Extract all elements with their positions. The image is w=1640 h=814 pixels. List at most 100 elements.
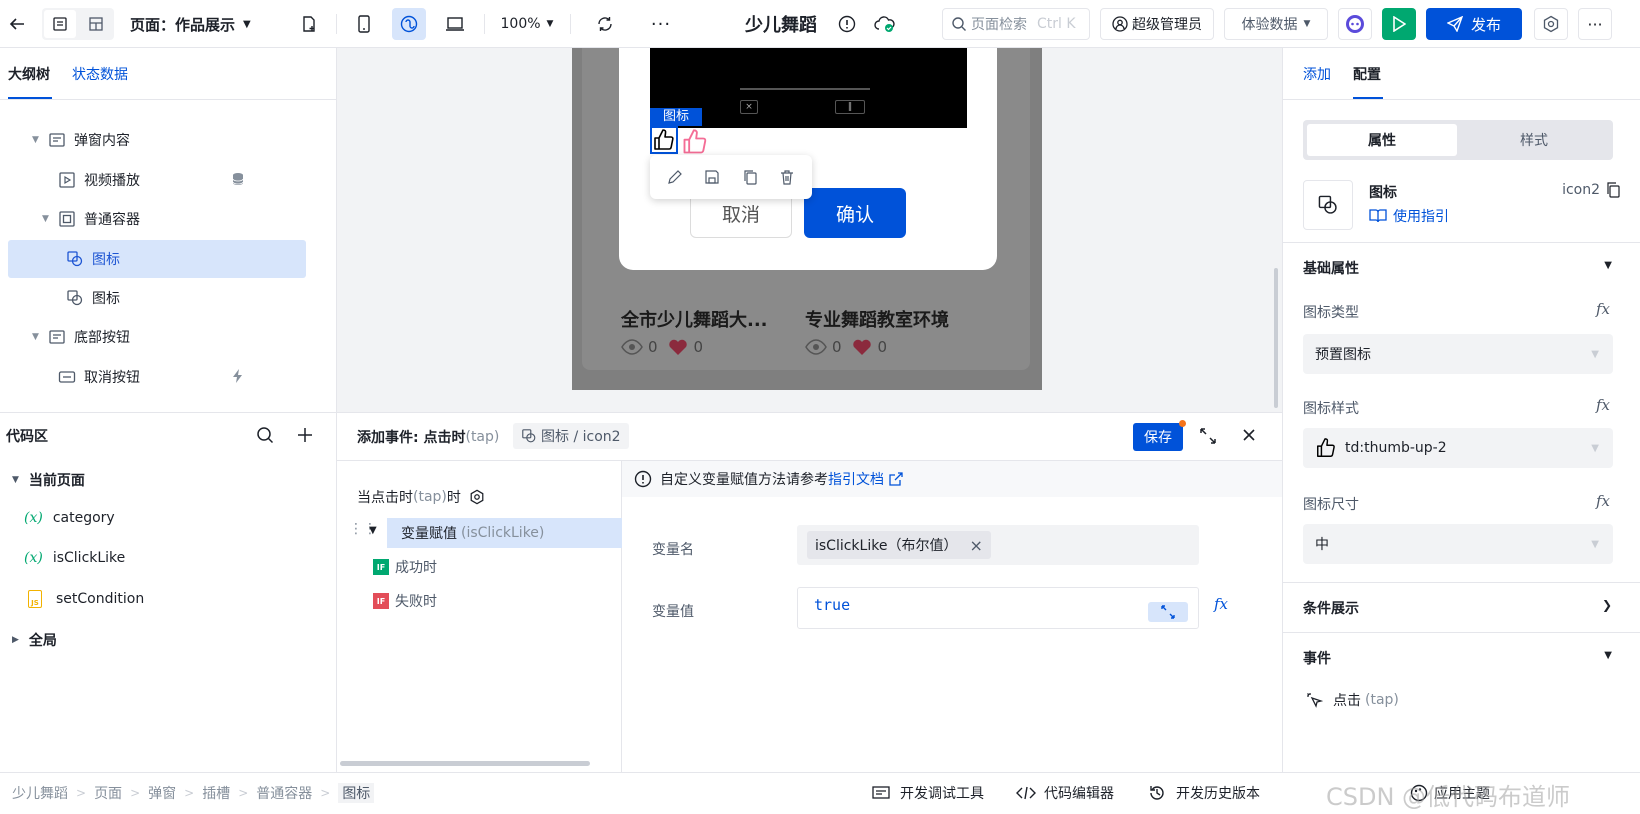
icon-type-select[interactable]: 预置图标 ▼ bbox=[1303, 334, 1613, 374]
back-arrow-icon[interactable] bbox=[4, 8, 30, 40]
code-group-current[interactable]: ▼ 当前页面 bbox=[12, 470, 85, 490]
breadcrumb-item[interactable]: 弹窗 bbox=[148, 783, 176, 803]
tree-item-icon-selected[interactable]: 图标 bbox=[8, 240, 306, 278]
ai-assistant-icon[interactable] bbox=[1338, 8, 1372, 40]
tab-outline-tree[interactable]: 大纲树 bbox=[8, 64, 50, 84]
data-mode-select[interactable]: 体验数据 ▼ bbox=[1224, 8, 1328, 40]
confirm-button[interactable]: 确认 bbox=[804, 188, 906, 238]
thumb-up-pink-icon[interactable] bbox=[681, 128, 709, 156]
mobile-view-icon[interactable] bbox=[348, 8, 380, 40]
more-menu-icon[interactable]: ··· bbox=[1578, 8, 1612, 40]
subtab-properties[interactable]: 属性 bbox=[1307, 124, 1457, 156]
branch-fail[interactable]: IF 失败时 bbox=[373, 591, 437, 611]
breadcrumb-item[interactable]: 图标 bbox=[338, 783, 375, 803]
subtab-style[interactable]: 样式 bbox=[1459, 124, 1609, 156]
page-selector[interactable]: 页面：作品展示 ▼ bbox=[130, 8, 270, 40]
condition-display-title[interactable]: 条件展示 bbox=[1303, 598, 1359, 618]
tree-item-video[interactable]: 视频播放 bbox=[8, 161, 306, 199]
video-progress[interactable] bbox=[740, 88, 870, 90]
tab-state-data[interactable]: 状态数据 bbox=[72, 64, 128, 84]
usage-guide-link[interactable]: 使用指引 bbox=[1369, 206, 1449, 226]
events-title[interactable]: 事件 bbox=[1303, 648, 1331, 668]
settings-icon[interactable] bbox=[469, 489, 485, 505]
refresh-icon[interactable] bbox=[590, 8, 620, 40]
caret-down-icon[interactable]: ▼ bbox=[32, 332, 42, 342]
tab-config[interactable]: 配置 bbox=[1353, 64, 1381, 84]
pause-icon[interactable]: ‖ bbox=[835, 100, 865, 114]
external-link-icon[interactable] bbox=[888, 471, 904, 487]
apply-theme-button[interactable]: 应用主题 bbox=[1410, 783, 1490, 803]
zoom-selector[interactable]: 100% ▼ bbox=[496, 8, 558, 40]
caret-down-icon[interactable]: ▼ bbox=[32, 135, 42, 145]
page-list-icon[interactable] bbox=[44, 10, 76, 38]
guide-doc-link[interactable]: 指引文档 bbox=[828, 469, 884, 489]
fx-icon[interactable]: fx bbox=[1214, 595, 1228, 613]
chevron-down-icon[interactable]: ▼ bbox=[1604, 650, 1612, 661]
copy-icon[interactable] bbox=[742, 169, 758, 185]
layout-icon[interactable] bbox=[80, 10, 112, 38]
tab-add[interactable]: 添加 bbox=[1303, 64, 1331, 84]
delete-icon[interactable] bbox=[779, 169, 795, 185]
tag-close-icon[interactable]: × bbox=[969, 536, 982, 555]
code-item-isclicklike[interactable]: (x) isClickLike bbox=[24, 550, 125, 566]
preview-play-button[interactable] bbox=[1382, 8, 1416, 40]
fx-icon[interactable]: fx bbox=[1596, 492, 1610, 510]
desktop-view-icon[interactable] bbox=[438, 8, 472, 40]
caret-down-icon[interactable]: ▼ bbox=[369, 525, 377, 536]
save-button[interactable]: 保存 bbox=[1133, 420, 1186, 451]
info-icon[interactable] bbox=[834, 8, 860, 40]
icon-size-select[interactable]: 中 ▼ bbox=[1303, 524, 1613, 564]
page-selector-label: 页面：作品展示 bbox=[130, 15, 236, 34]
expand-editor-icon[interactable] bbox=[1148, 602, 1188, 622]
more-icon[interactable]: ··· bbox=[646, 8, 676, 40]
expand-icon[interactable] bbox=[1199, 427, 1217, 445]
user-role-button[interactable]: 超级管理员 bbox=[1100, 8, 1214, 40]
breadcrumb-item[interactable]: 普通容器 bbox=[256, 783, 312, 803]
publish-button[interactable]: 发布 bbox=[1426, 8, 1522, 40]
icon-style-select[interactable]: td:thumb-up-2 ▼ bbox=[1303, 428, 1613, 468]
add-icon[interactable] bbox=[296, 426, 314, 444]
breadcrumb-item[interactable]: 少儿舞蹈 bbox=[12, 783, 68, 803]
thumb-up-icon[interactable] bbox=[650, 126, 678, 154]
var-name-select[interactable]: isClickLike（布尔值） × bbox=[797, 525, 1199, 565]
close-icon[interactable]: × bbox=[740, 100, 758, 114]
code-item-setcondition[interactable]: JS setCondition bbox=[28, 590, 144, 608]
save-template-icon[interactable] bbox=[704, 169, 720, 185]
tree-item-bottom-buttons[interactable]: ▼ 底部按钮 bbox=[8, 318, 306, 356]
caret-down-icon[interactable]: ▼ bbox=[42, 214, 52, 224]
cloud-sync-icon[interactable] bbox=[870, 8, 900, 40]
tree-item-cancel-button[interactable]: 取消按钮 bbox=[8, 358, 306, 396]
search-icon[interactable] bbox=[256, 426, 274, 444]
edit-icon[interactable] bbox=[667, 169, 683, 185]
horizontal-scrollbar[interactable] bbox=[340, 761, 590, 766]
miniprogram-view-icon[interactable] bbox=[392, 8, 426, 40]
action-variable-assign[interactable]: 变量赋值 (isClickLike) bbox=[387, 518, 622, 548]
branch-success[interactable]: IF 成功时 bbox=[373, 557, 437, 577]
fx-icon[interactable]: fx bbox=[1596, 300, 1610, 318]
copy-icon[interactable] bbox=[1606, 182, 1620, 198]
code-item-category[interactable]: (x) category bbox=[24, 510, 115, 526]
tree-item-popup-content[interactable]: ▼ 弹窗内容 bbox=[8, 121, 306, 159]
breadcrumb-item[interactable]: 页面 bbox=[94, 783, 122, 803]
add-page-icon[interactable] bbox=[294, 8, 324, 40]
breadcrumb-item[interactable]: 插槽 bbox=[202, 783, 230, 803]
tree-item-icon[interactable]: 图标 bbox=[8, 279, 306, 317]
history-button[interactable]: 开发历史版本 bbox=[1148, 783, 1260, 803]
page-search-input[interactable]: 页面检索 Ctrl K bbox=[942, 8, 1090, 40]
canvas-scrollbar[interactable] bbox=[1274, 268, 1278, 408]
code-group-global[interactable]: ▶ 全局 bbox=[12, 630, 57, 650]
settings-icon[interactable] bbox=[1534, 8, 1568, 40]
chevron-down-icon[interactable]: ▼ bbox=[1604, 260, 1612, 271]
debug-tool-button[interactable]: 开发调试工具 bbox=[872, 783, 984, 803]
info-banner: 自定义变量赋值方法请参考 指引文档 bbox=[622, 461, 1282, 497]
var-value-input[interactable]: true bbox=[797, 587, 1199, 629]
fx-icon[interactable]: fx bbox=[1596, 396, 1610, 414]
code-editor-button[interactable]: 代码编辑器 bbox=[1016, 783, 1114, 803]
tree-item-common-container[interactable]: ▼ 普通容器 bbox=[8, 200, 306, 238]
chevron-right-icon[interactable]: ❯ bbox=[1602, 598, 1612, 612]
user-role-label: 超级管理员 bbox=[1132, 17, 1202, 33]
close-icon[interactable] bbox=[1241, 427, 1257, 443]
design-canvas[interactable]: × ‖ 图标 取消 确认 全市少儿舞蹈大... 专业舞蹈教室环境 0 0 0 0 bbox=[337, 48, 1282, 412]
basic-properties-title[interactable]: 基础属性 bbox=[1303, 258, 1359, 278]
event-item-tap[interactable]: 点击 (tap) bbox=[1305, 690, 1399, 710]
